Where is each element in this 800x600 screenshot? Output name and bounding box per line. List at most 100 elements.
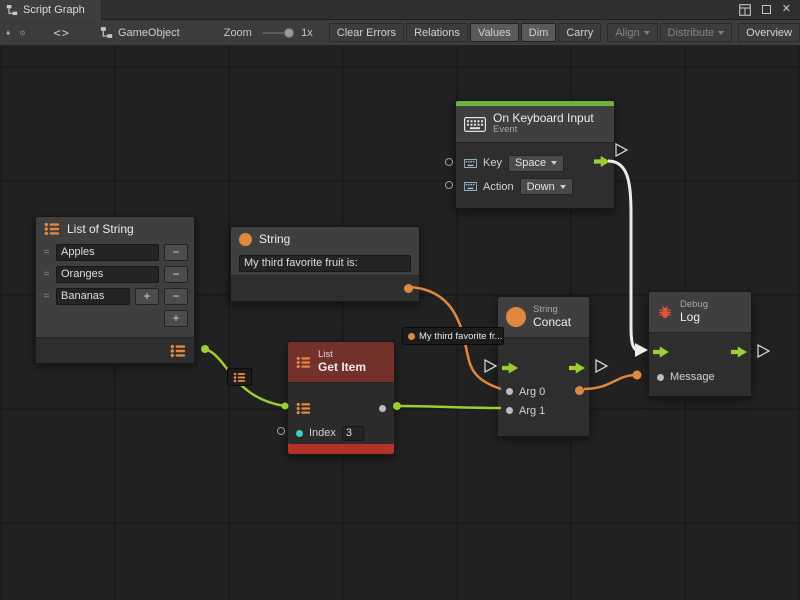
key-unconnected-port[interactable] [445, 158, 453, 166]
action-dropdown[interactable]: Down [520, 178, 573, 195]
action-value: Down [527, 181, 555, 193]
align-label: Align [615, 27, 639, 39]
wire-concat-to-message [584, 375, 634, 389]
node-list-of-string[interactable]: List of String = − = − = + − + [35, 216, 195, 364]
key-dropdown[interactable]: Space [508, 155, 564, 172]
output-port-strip [231, 275, 419, 301]
action-label: Action [483, 181, 514, 193]
result-output-port[interactable] [575, 386, 584, 395]
list-output-port-icon[interactable] [170, 344, 186, 358]
carry-button[interactable]: Carry [558, 23, 601, 42]
drag-handle-icon[interactable]: = [42, 291, 51, 302]
string-output-port[interactable] [404, 284, 413, 293]
action-row: Action Down [456, 175, 614, 198]
flow-output-port[interactable] [569, 362, 585, 375]
align-button[interactable]: Align [607, 23, 657, 42]
string-type-icon [239, 233, 252, 246]
list-item-input[interactable] [56, 288, 130, 305]
message-input-port[interactable] [657, 374, 664, 381]
list-preview-chip [227, 368, 252, 386]
zoom-value: 1x [301, 27, 313, 39]
flow-arrowhead [635, 343, 648, 357]
node-get-item[interactable]: List Get Item Index [287, 341, 395, 455]
distribute-button[interactable]: Distribute [660, 23, 732, 42]
flow-row [649, 339, 751, 365]
bug-icon [657, 304, 673, 320]
node-header: List of String [36, 217, 194, 241]
index-input[interactable] [342, 426, 364, 441]
index-unconnected-port[interactable] [277, 427, 285, 435]
index-input-port[interactable] [296, 430, 303, 437]
zoom-knob[interactable] [284, 28, 294, 38]
arg0-input-port[interactable] [506, 388, 513, 395]
relations-button[interactable]: Relations [406, 23, 468, 42]
node-title: Get Item [318, 361, 366, 375]
remove-item-button[interactable]: + [135, 288, 159, 305]
zoom-label: Zoom [224, 27, 252, 39]
node-header: Debug Log [649, 292, 751, 332]
list-item-row: = − [36, 241, 194, 263]
arg1-input-port[interactable] [506, 407, 513, 414]
overview-button[interactable]: Overview [738, 23, 800, 42]
values-button[interactable]: Values [470, 23, 519, 42]
drag-handle-icon[interactable]: = [42, 247, 51, 258]
action-unconnected-port[interactable] [445, 181, 453, 189]
zoom-slider[interactable] [262, 32, 291, 34]
add-item-button[interactable]: + [164, 310, 188, 327]
info-icon[interactable] [20, 26, 25, 40]
string-value-row [231, 251, 419, 275]
drag-handle-icon[interactable]: = [42, 269, 51, 280]
arg1-label: Arg 1 [519, 405, 545, 417]
window-layout-icon[interactable] [739, 4, 751, 16]
close-icon[interactable]: ✕ [782, 4, 791, 15]
wire-getitem-to-arg1 [397, 406, 501, 408]
lock-icon[interactable] [6, 26, 10, 39]
node-body: Index [288, 382, 394, 444]
string-type-icon [506, 307, 526, 327]
string-value-dot [408, 333, 415, 340]
dim-button[interactable]: Dim [521, 23, 557, 42]
list-item-input[interactable] [56, 266, 159, 283]
maximize-icon[interactable] [762, 5, 771, 14]
node-body: Message [649, 332, 751, 396]
node-category: String [533, 305, 571, 316]
remove-item-button[interactable]: − [164, 244, 188, 261]
flow-input-port[interactable] [502, 362, 518, 375]
unconnected-flow-triangle [758, 345, 769, 357]
list-item-input[interactable] [56, 244, 159, 261]
list-icon [296, 356, 311, 369]
node-log[interactable]: Debug Log Message [648, 291, 752, 397]
code-icon[interactable]: <> [54, 26, 70, 40]
remove-item-button[interactable]: − [164, 288, 188, 305]
node-title-block: Debug Log [680, 300, 708, 325]
error-bar [288, 444, 394, 454]
node-string-literal[interactable]: String [230, 226, 420, 302]
graph-asset-icon [100, 26, 113, 39]
list-input-port-icon[interactable] [296, 402, 311, 415]
message-row: Message [649, 365, 751, 389]
list-item-row: = + − [36, 285, 194, 307]
list-icon [233, 372, 246, 383]
remove-item-button[interactable]: − [164, 266, 188, 283]
string-value-input[interactable] [239, 255, 411, 272]
flow-output-port[interactable] [731, 346, 747, 359]
value-preview-text: My third favorite fr... [419, 331, 502, 342]
message-label: Message [670, 371, 715, 383]
graph-canvas[interactable]: List of String = − = − = + − + Strin [0, 46, 800, 600]
unconnected-flow-triangle [616, 144, 627, 156]
node-on-keyboard-input[interactable]: On Keyboard Input Event Key Space Action… [455, 100, 615, 209]
keycode-icon [464, 182, 477, 191]
tab-script-graph[interactable]: Script Graph [0, 0, 102, 20]
breadcrumb-gameobject[interactable]: GameObject [100, 26, 180, 39]
value-preview-chip: My third favorite fr... [402, 327, 504, 345]
list-item-row: = − [36, 263, 194, 285]
flow-row [498, 354, 589, 382]
item-output-port[interactable] [379, 405, 386, 412]
node-concat[interactable]: String Concat Arg 0 Arg 1 [497, 296, 590, 437]
node-header: String Concat [498, 297, 589, 337]
node-category: Debug [680, 300, 708, 311]
flow-input-port[interactable] [653, 346, 669, 359]
caret-down-icon [718, 31, 724, 35]
clear-errors-button[interactable]: Clear Errors [329, 23, 404, 42]
graph-toolbar: <> GameObject Zoom 1x Clear Errors Relat… [0, 20, 800, 46]
